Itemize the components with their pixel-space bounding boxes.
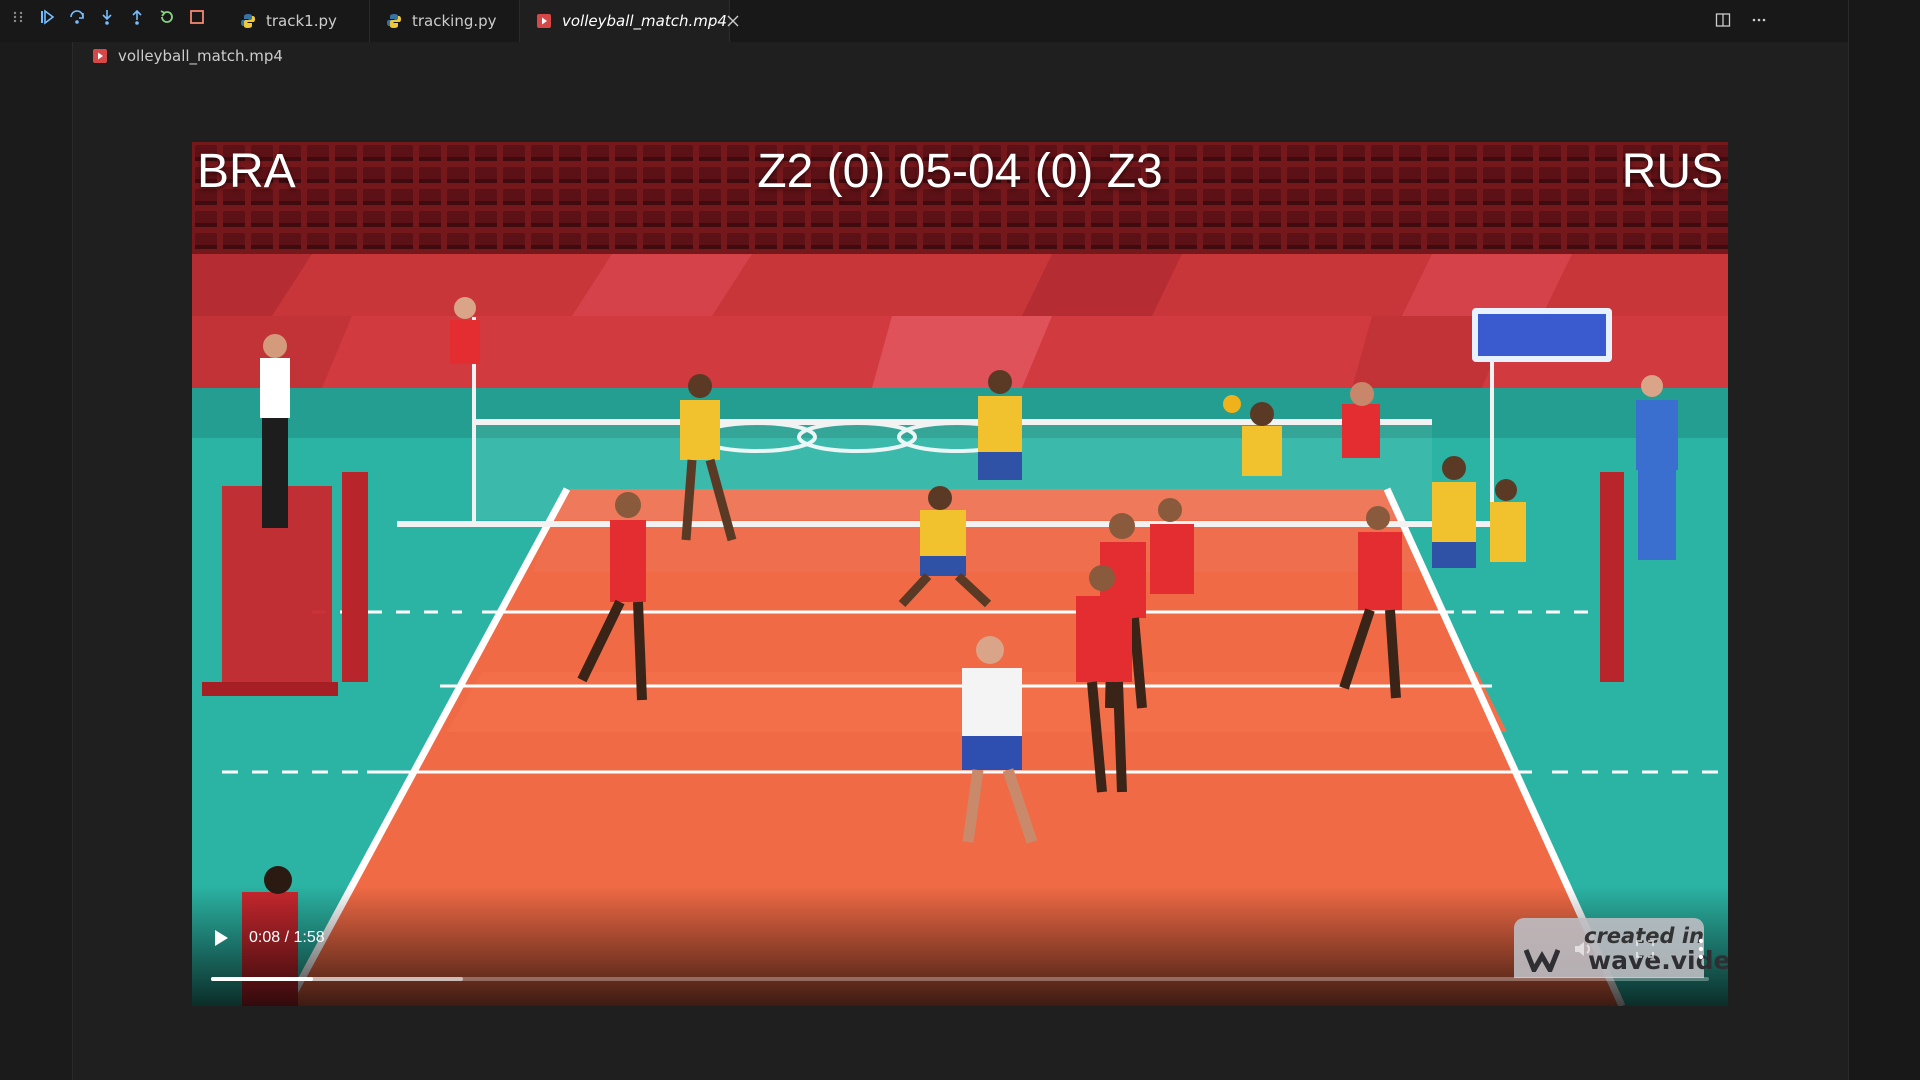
more-actions-button[interactable]	[1746, 7, 1772, 33]
step-out-button[interactable]	[122, 2, 152, 32]
video-file-icon	[93, 49, 107, 63]
controls-overlay	[192, 886, 1728, 1006]
python-icon	[241, 14, 255, 28]
breadcrumb: volleyball_match.mp4	[92, 44, 283, 68]
video-player[interactable]: BRA Z2 (0) 05-04 (0) Z3 RUS 0:08 / 1:58 …	[192, 142, 1728, 1006]
tab-tracking[interactable]: tracking.py	[370, 0, 520, 42]
step-over-button[interactable]	[62, 2, 92, 32]
close-tab-button[interactable]	[727, 12, 739, 30]
step-into-button[interactable]	[92, 2, 122, 32]
video-frame	[192, 142, 1728, 1006]
split-editor-icon	[1715, 13, 1731, 27]
stop-button[interactable]	[182, 2, 212, 32]
tab-label: volleyball_match.mp4	[562, 12, 727, 30]
split-editor-button[interactable]	[1710, 7, 1736, 33]
volume-icon[interactable]	[1572, 938, 1594, 960]
play-icon[interactable]	[208, 926, 232, 950]
editor-tabs: track1.py tracking.py volleyball_match.m…	[224, 0, 739, 42]
close-icon	[727, 15, 739, 27]
stop-icon	[190, 10, 204, 24]
python-icon	[387, 14, 401, 28]
step-over-icon	[70, 10, 84, 24]
editor-gutter	[0, 42, 73, 1080]
debug-toolbar	[0, 0, 220, 34]
drag-handle-icon[interactable]	[12, 10, 24, 24]
restart-icon	[160, 10, 173, 23]
editor-title-bar: track1.py tracking.py volleyball_match.m…	[0, 0, 1848, 42]
right-panel-edge	[1848, 0, 1920, 1080]
step-out-icon	[132, 9, 142, 25]
breadcrumb-item-file[interactable]: volleyball_match.mp4	[118, 47, 283, 65]
video-progress-bar[interactable]	[211, 977, 1709, 981]
watermark: created in wave.video	[1514, 918, 1728, 978]
video-file-icon	[537, 14, 551, 28]
restart-button[interactable]	[152, 2, 182, 32]
score-display: Z2 (0) 05-04 (0) Z3	[757, 145, 1163, 198]
tab-track1[interactable]: track1.py	[224, 0, 370, 42]
continue-icon	[41, 9, 55, 25]
kebab-menu-icon[interactable]	[1697, 938, 1705, 960]
played-range	[211, 977, 313, 981]
editor-actions	[1710, 0, 1772, 40]
tab-volleyball-match[interactable]: volleyball_match.mp4	[520, 0, 739, 42]
continue-button[interactable]	[32, 2, 62, 32]
watermark-line2: wave.video	[1588, 946, 1728, 975]
team-right-label: RUS	[1621, 145, 1723, 198]
wave-video-logo-icon	[1524, 949, 1560, 972]
ellipsis-icon	[1752, 18, 1766, 22]
step-into-icon	[102, 10, 112, 25]
video-time: 0:08 / 1:58	[249, 929, 325, 946]
tab-label: tracking.py	[412, 12, 497, 30]
tab-label: track1.py	[266, 12, 337, 30]
fullscreen-icon[interactable]	[1636, 940, 1654, 958]
